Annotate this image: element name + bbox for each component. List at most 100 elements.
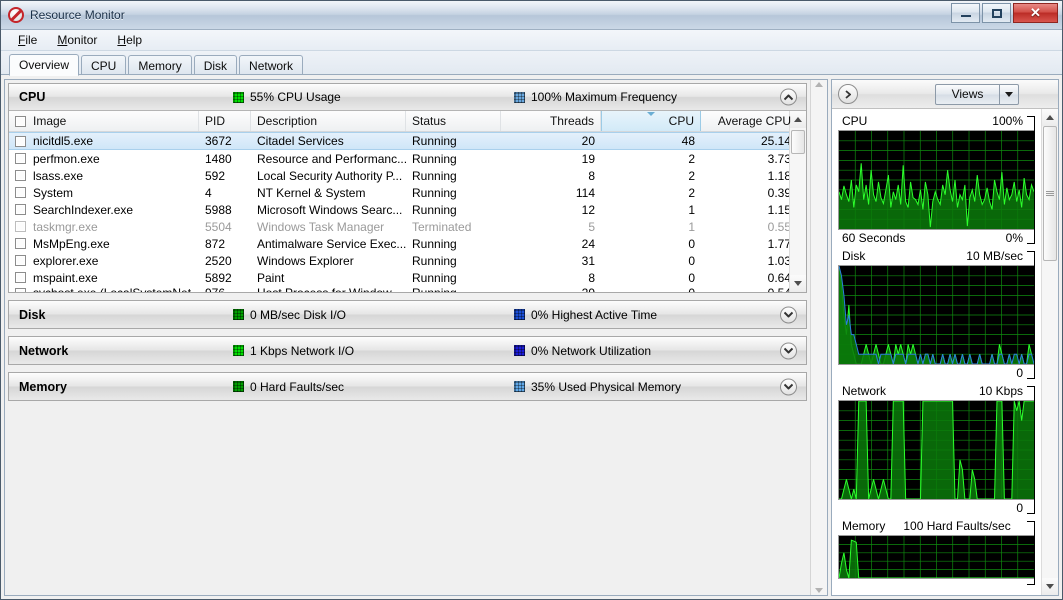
row-checkbox[interactable] — [15, 187, 26, 198]
cell-desc: Windows Task Manager — [257, 219, 385, 234]
table-row[interactable]: MsMpEng.exe 872 Antimalware Service Exec..… — [9, 235, 791, 252]
table-row[interactable]: lsass.exe 592 Local Security Authority P..… — [9, 167, 791, 184]
section-cpu-collapse-button[interactable] — [780, 88, 797, 106]
scroll-down-button[interactable] — [790, 275, 806, 292]
cell-image: mspaint.exe — [9, 271, 199, 285]
cell-thr: 5 — [588, 219, 595, 234]
cell-status: Running — [412, 236, 457, 251]
tab-strip: Overview CPU Memory Disk Network — [1, 51, 1062, 76]
views-dropdown[interactable]: Views — [935, 83, 1019, 105]
cell-status: Running — [412, 168, 457, 183]
section-cpu-header[interactable]: CPU 55% CPU Usage 100% Maximum Frequency — [9, 84, 806, 111]
row-checkbox[interactable] — [15, 204, 26, 215]
cell-pid: 976 — [199, 286, 251, 292]
overview-pane-scrollbar[interactable] — [810, 80, 827, 595]
row-checkbox[interactable] — [15, 170, 26, 181]
section-cpu: CPU 55% CPU Usage 100% Maximum Frequency — [8, 83, 807, 293]
scroll-track[interactable] — [790, 128, 806, 275]
cell-thr: 29 — [501, 286, 601, 292]
tab-disk[interactable]: Disk — [193, 55, 238, 75]
tab-memory-label: Memory — [138, 58, 182, 73]
cell-avg: 1.03 — [767, 253, 791, 268]
column-header-average-cpu[interactable]: Average CPU — [701, 111, 797, 131]
column-header-description[interactable]: Description — [251, 111, 406, 131]
table-row[interactable]: mspaint.exe 5892 Paint Running 8 0 0.64 — [9, 269, 791, 286]
section-disk-header[interactable]: Disk 0 MB/sec Disk I/O 0% Highest Active… — [9, 301, 806, 328]
cpu-graph-footer-left: 60 Seconds — [842, 231, 906, 245]
memory-graph-header: Memory 100 Hard Faults/sec — [838, 518, 1035, 535]
chevron-down-icon — [784, 347, 793, 354]
section-network: Network 1 Kbps Network I/O 0% Network Ut… — [8, 336, 807, 365]
menu-help[interactable]: Help — [108, 31, 151, 49]
column-header-status[interactable]: Status — [406, 111, 501, 131]
tab-cpu[interactable]: CPU — [81, 55, 127, 75]
cell-thr: 8 — [588, 168, 595, 183]
network-graph[interactable] — [838, 400, 1035, 500]
section-network-title: Network — [19, 343, 69, 358]
table-row[interactable]: perfmon.exe 1480 Resource and Performanc..… — [9, 150, 791, 167]
minimize-button[interactable] — [951, 3, 980, 23]
graph-scroll-track[interactable] — [1042, 126, 1058, 578]
cpu-graph-scale-min: 0% — [1005, 231, 1023, 245]
legend-text-network-io: 1 Kbps Network I/O — [250, 343, 355, 358]
scroll-thumb-grip-icon — [1046, 190, 1054, 197]
select-all-checkbox[interactable] — [15, 115, 26, 127]
graph-list-inner: CPU 100% 60 Seconds 0% Disk 10 MB/sec 0 Network… — [832, 109, 1041, 595]
row-checkbox[interactable] — [15, 272, 26, 283]
menu-file[interactable]: File — [9, 31, 46, 49]
overview-sections: CPU 55% CPU Usage 100% Maximum Frequency — [5, 80, 810, 595]
section-memory-legend-used: 35% Used Physical Memory — [514, 380, 681, 394]
table-row[interactable]: svchost.exe (LocalSystemNet...976Host Pr… — [9, 286, 789, 292]
close-button[interactable]: ✕ — [1013, 3, 1058, 23]
tab-network[interactable]: Network — [239, 55, 304, 75]
cpu-graph-scale-max: 100% — [992, 114, 1023, 128]
network-graph-scale-min: 0 — [1016, 501, 1023, 515]
cell-avg: 3.73 — [767, 151, 791, 166]
cpu-graph[interactable] — [838, 130, 1035, 230]
graph-scroll-thumb[interactable] — [1043, 126, 1057, 261]
disk-graph[interactable] — [838, 265, 1035, 365]
tab-overview[interactable]: Overview — [9, 54, 80, 76]
row-checkbox[interactable] — [15, 153, 26, 164]
memory-graph[interactable] — [838, 535, 1035, 579]
cell-cpu: 1 — [688, 202, 695, 217]
hide-graph-panel-button[interactable] — [838, 84, 858, 104]
column-header-threads[interactable]: Threads — [501, 111, 601, 131]
section-disk-title: Disk — [19, 307, 46, 322]
section-network-expand-button[interactable] — [780, 342, 797, 359]
column-header-image[interactable]: Image — [9, 111, 199, 131]
row-checkbox[interactable] — [15, 287, 26, 292]
maximize-button[interactable] — [982, 3, 1011, 23]
row-checkbox[interactable] — [15, 255, 26, 266]
cell-cpu: 48 — [681, 134, 695, 148]
column-header-cpu[interactable]: CPU — [601, 111, 701, 131]
column-header-threads-label: Threads — [549, 114, 594, 128]
graph-scroll-down-button[interactable] — [1042, 578, 1058, 595]
table-row[interactable]: nicitdl5.exe 3672 Citadel Services Running 2… — [9, 132, 791, 150]
graph-panel-scrollbar[interactable] — [1041, 109, 1058, 595]
section-memory-expand-button[interactable] — [780, 378, 797, 395]
section-network-legend-io: 1 Kbps Network I/O — [233, 344, 354, 358]
section-disk-expand-button[interactable] — [780, 306, 797, 323]
section-network-header[interactable]: Network 1 Kbps Network I/O 0% Network Ut… — [9, 337, 806, 364]
row-checkbox[interactable] — [15, 238, 26, 249]
graph-scroll-up-button[interactable] — [1042, 109, 1058, 126]
column-header-pid[interactable]: PID — [199, 111, 251, 131]
menu-monitor[interactable]: Monitor — [48, 31, 106, 49]
table-row[interactable]: explorer.exe 2520 Windows Explorer Running 3… — [9, 252, 791, 269]
views-caret[interactable] — [999, 84, 1018, 104]
pane-scroll-down-icon[interactable] — [815, 588, 823, 593]
column-header-status-label: Status — [412, 114, 447, 128]
row-checkbox[interactable] — [15, 221, 26, 232]
scroll-thumb[interactable] — [791, 130, 805, 154]
tab-memory[interactable]: Memory — [128, 55, 192, 75]
table-row[interactable]: taskmgr.exe 5504 Windows Task Manager Termi… — [9, 218, 791, 235]
pane-scroll-up-icon[interactable] — [815, 82, 823, 87]
memory-graph-block: Memory 100 Hard Faults/sec — [838, 518, 1035, 585]
process-table-scrollbar[interactable] — [789, 111, 806, 292]
cell-image-label: System — [33, 185, 74, 200]
table-row[interactable]: System 4 NT Kernel & System Running 114 2 0.39 — [9, 184, 791, 201]
table-row[interactable]: SearchIndexer.exe 5988 Microsoft Windows S… — [9, 201, 791, 218]
row-checkbox[interactable] — [15, 135, 26, 147]
section-memory-header[interactable]: Memory 0 Hard Faults/sec 35% Used Physic… — [9, 373, 806, 400]
